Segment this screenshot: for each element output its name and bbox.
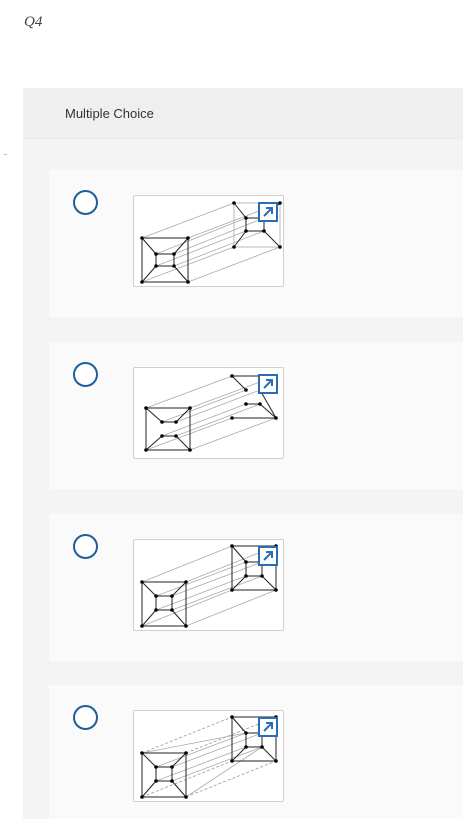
option-figure[interactable] xyxy=(133,195,284,287)
radio-button[interactable] xyxy=(73,705,98,730)
option-figure[interactable] xyxy=(133,367,284,459)
answer-option[interactable] xyxy=(49,685,463,819)
radio-button[interactable] xyxy=(73,362,98,387)
expand-icon[interactable] xyxy=(258,546,278,566)
expand-icon[interactable] xyxy=(258,717,278,737)
answer-option[interactable] xyxy=(49,514,463,661)
panel-title: Multiple Choice xyxy=(65,106,154,121)
answer-option[interactable] xyxy=(49,170,463,317)
radio-button[interactable] xyxy=(73,534,98,559)
answer-option[interactable] xyxy=(49,342,463,489)
question-number: Q4 xyxy=(24,14,43,30)
expand-icon[interactable] xyxy=(258,374,278,394)
option-figure[interactable] xyxy=(133,710,284,802)
radio-button[interactable] xyxy=(73,190,98,215)
multiple-choice-panel: Multiple Choice xyxy=(23,88,463,819)
expand-icon[interactable] xyxy=(258,202,278,222)
panel-header: Multiple Choice xyxy=(23,88,463,139)
option-figure[interactable] xyxy=(133,539,284,631)
margin-mark xyxy=(4,154,7,155)
